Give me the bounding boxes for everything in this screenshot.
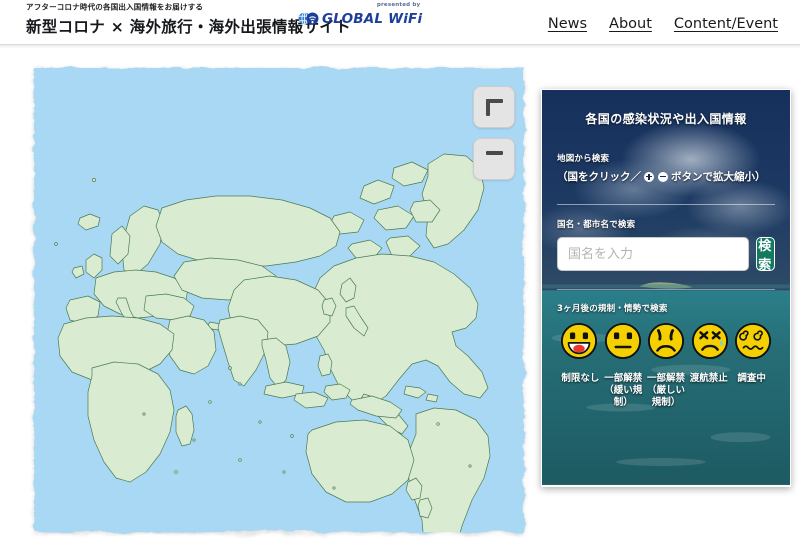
search-row: 検 索 (557, 237, 775, 273)
search-panel: 各国の感染状況や出入国情報 地図から検索 （国をクリック／ ボタンで拡大縮小） … (541, 89, 791, 487)
status-label-partial-strict: 一部解禁（厳しい規制） (646, 373, 685, 408)
hint-suffix: ボタンで拡大縮小） (671, 171, 766, 183)
page-root: アフターコロナ時代の各国出入国情報をお届けする 新型コロナ × 海外旅行・海外出… (0, 0, 800, 560)
header-shadow (0, 45, 800, 49)
name-search-label: 国名・都市名で検索 (557, 220, 636, 230)
hint-prefix: （国をクリック／ (557, 171, 641, 183)
search-button[interactable]: 検 索 (756, 237, 775, 273)
map-search-label: 地図から検索 (557, 154, 610, 164)
map-zoom-controls (473, 86, 515, 180)
status-label-partial-loose: 一部解禁（緩い規制） (604, 373, 643, 408)
nav-link-content-event[interactable]: Content/Event (674, 16, 778, 32)
frowning-face-icon (647, 322, 685, 360)
map-search-section: 地図から検索 （国をクリック／ ボタンで拡大縮小） (557, 152, 775, 184)
zoom-out-hint-icon (658, 171, 668, 182)
status-search-label: 3ヶ月後の規制・情勢で検索 (557, 304, 668, 314)
global-wifi-logo[interactable]: presented by GLOBAL WiFi (298, 2, 423, 27)
grinning-face-icon (560, 322, 598, 360)
world-map[interactable] (34, 68, 524, 532)
global-wifi-brand: GLOBAL WiFi (322, 11, 423, 27)
zoom-out-button[interactable] (473, 138, 515, 180)
map-landmasses[interactable] (34, 68, 524, 532)
status-filter-partial-strict[interactable] (646, 322, 686, 360)
main-navigation: News About Content/Event (548, 16, 778, 32)
status-label-travel-ban: 渡航禁止 (689, 373, 728, 384)
nav-link-news[interactable]: News (548, 16, 587, 32)
status-filter-under-survey[interactable] (733, 322, 773, 360)
map-search-hint: （国をクリック／ ボタンで拡大縮小） (557, 169, 775, 184)
country-search-input[interactable] (557, 237, 749, 271)
plus-icon (485, 98, 503, 116)
status-search-section: 3ヶ月後の規制・情勢で検索 制限なし 一部解禁（緩い規制） 一部解禁（厳しい規制… (557, 302, 775, 409)
name-search-section: 国名・都市名で検索 検 索 (557, 218, 775, 273)
status-label-no-restriction: 制限なし (561, 373, 600, 384)
status-label-under-survey: 調査中 (737, 373, 766, 384)
dizzy-face-icon (734, 322, 772, 360)
status-icon-row (557, 322, 775, 360)
divider (557, 204, 775, 205)
divider (557, 289, 775, 290)
panel-title: 各国の感染状況や出入国情報 (585, 112, 747, 126)
site-header: アフターコロナ時代の各国出入国情報をお届けする 新型コロナ × 海外旅行・海外出… (0, 0, 800, 45)
panel-content: 各国の感染状況や出入国情報 地図から検索 （国をクリック／ ボタンで拡大縮小） … (542, 90, 790, 486)
globe-wifi-icon (298, 12, 319, 25)
status-filter-partial-loose[interactable] (603, 322, 643, 360)
minus-icon (485, 150, 503, 168)
logo-text-wrap: presented by GLOBAL WiFi (322, 2, 423, 27)
status-label-row: 制限なし 一部解禁（緩い規制） 一部解禁（厳しい規制） 渡航禁止 調査中 (557, 367, 775, 409)
status-filter-no-restriction[interactable] (559, 322, 599, 360)
zoom-in-button[interactable] (473, 86, 515, 128)
nav-link-about[interactable]: About (609, 16, 652, 32)
status-filter-travel-ban[interactable] (690, 322, 730, 360)
distressed-face-icon (691, 322, 728, 360)
neutral-face-icon (604, 322, 641, 360)
presented-by-label: presented by (376, 2, 421, 8)
zoom-in-hint-icon (644, 171, 654, 182)
